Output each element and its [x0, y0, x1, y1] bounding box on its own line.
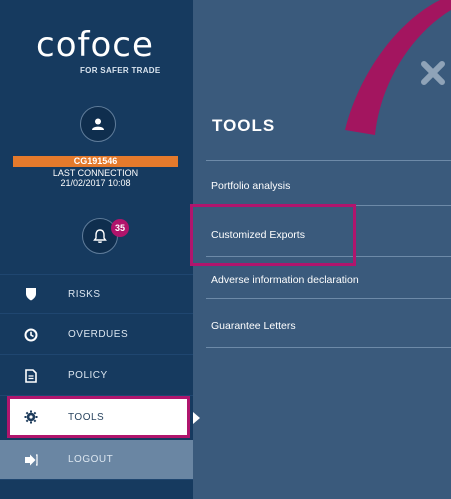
shield-icon	[24, 287, 38, 301]
divider	[206, 298, 451, 299]
last-connection-date: 21/02/2017 10:08	[60, 178, 131, 188]
last-connection-label: LAST CONNECTION	[52, 168, 139, 178]
tool-link-portfolio-analysis[interactable]: Portfolio analysis	[211, 180, 290, 192]
divider	[206, 160, 451, 161]
clock-icon	[24, 328, 38, 342]
selection-arrow	[193, 412, 200, 424]
sidebar-item-label: RISKS	[68, 288, 101, 300]
sidebar: cofoce FOR SAFER TRADE CG191546 LAST CON…	[0, 0, 193, 499]
user-avatar[interactable]	[80, 106, 116, 142]
sidebar-item-risks[interactable]: RISKS	[0, 274, 193, 314]
notification-count-badge: 35	[111, 219, 129, 237]
sidebar-item-overdues[interactable]: OVERDUES	[0, 315, 193, 355]
bell-icon	[93, 229, 107, 243]
user-icon	[92, 118, 104, 130]
sidebar-item-policy[interactable]: POLICY	[0, 356, 193, 396]
logout-icon	[24, 453, 38, 467]
sidebar-item-tools[interactable]: TOOLS	[10, 397, 187, 437]
close-icon[interactable]	[420, 60, 446, 86]
brand-tagline: FOR SAFER TRADE	[80, 66, 161, 75]
tool-link-adverse-information-declaration[interactable]: Adverse information declaration	[211, 274, 359, 286]
document-icon	[24, 368, 38, 383]
sidebar-item-label: LOGOUT	[68, 454, 114, 465]
sidebar-item-label: OVERDUES	[68, 329, 129, 340]
gear-icon	[24, 410, 38, 424]
sidebar-item-logout[interactable]: LOGOUT	[0, 440, 193, 480]
user-id-badge: CG191546	[13, 156, 178, 167]
tool-link-guarantee-letters[interactable]: Guarantee Letters	[211, 320, 296, 332]
brand-logo: cofoce	[36, 25, 154, 65]
sidebar-item-label: TOOLS	[68, 411, 105, 423]
customized-exports-highlight	[190, 204, 356, 266]
sidebar-item-label: POLICY	[68, 370, 108, 381]
divider	[206, 347, 451, 348]
panel-title: TOOLS	[212, 116, 276, 135]
